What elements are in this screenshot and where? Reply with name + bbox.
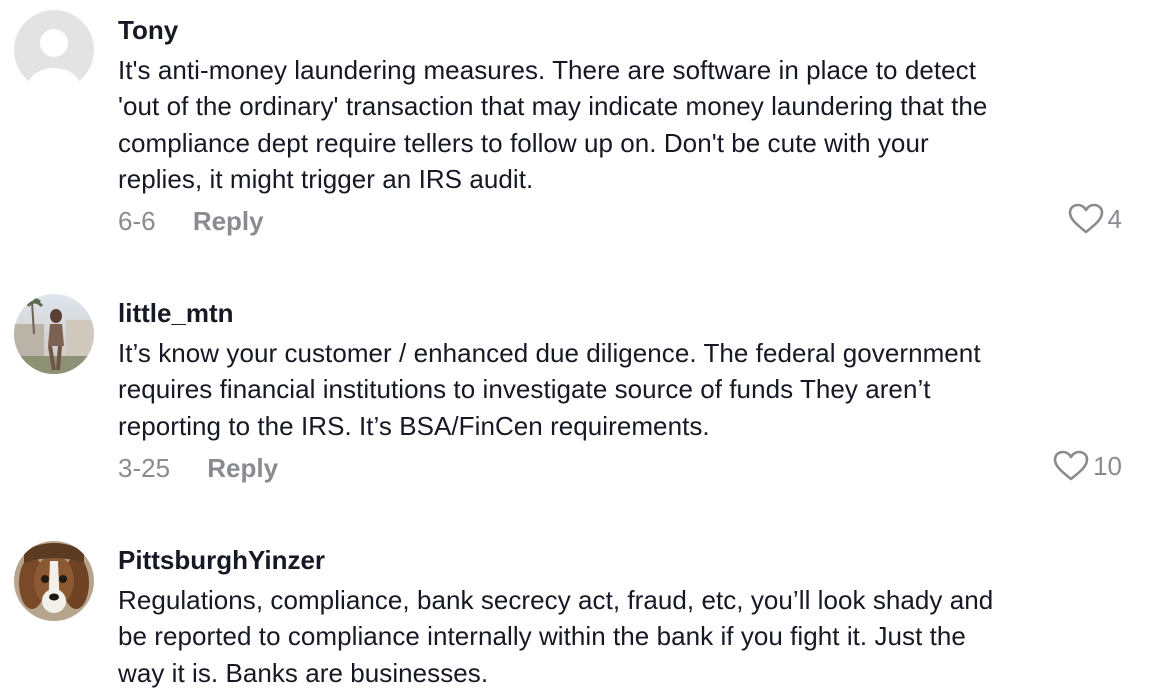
- comment-text-line: 'out of the ordinary' transaction that m…: [118, 91, 988, 122]
- reply-button[interactable]: Reply: [207, 453, 278, 484]
- comment-date: 6-6: [118, 206, 156, 236]
- avatar[interactable]: [14, 294, 94, 374]
- comment-text-line: It’s know your customer / enhanced due d…: [118, 338, 981, 368]
- heart-icon: [1053, 450, 1089, 481]
- like-button[interactable]: 4: [1068, 203, 1122, 235]
- comment-text-line: Regulations, compliance, bank secrecy ac…: [118, 585, 994, 615]
- comment-text-line: replies, it might trigger an IRS audit.: [118, 163, 534, 194]
- comment-date: 3-25: [118, 453, 171, 483]
- comment-text-line: It's anti-money laundering measures. The…: [118, 55, 976, 85]
- reply-button[interactable]: Reply: [193, 206, 264, 237]
- dog-photo-avatar: [14, 541, 94, 621]
- avatar[interactable]: [14, 541, 94, 621]
- comment-text-line: be reported to compliance internally wit…: [118, 621, 966, 652]
- user-photo-avatar: [14, 294, 94, 374]
- comment-text-line: reporting to the IRS. It’s BSA/FinCen re…: [118, 410, 710, 441]
- comment-meta: 3-25 Reply: [118, 453, 278, 484]
- comment-username[interactable]: little_mtn: [118, 298, 234, 329]
- comment-text: It’s know your customer / enhanced due d…: [118, 335, 1128, 444]
- comment-username[interactable]: Tony: [118, 15, 178, 46]
- default-avatar-icon: [14, 10, 94, 90]
- comment-meta: 6-6 Reply: [118, 206, 264, 237]
- comment-text-line: requires financial institutions to inves…: [118, 374, 931, 405]
- comment-text: It's anti-money laundering measures. The…: [118, 52, 1128, 197]
- comment-text: Regulations, compliance, bank secrecy ac…: [118, 582, 1128, 691]
- avatar[interactable]: [14, 10, 94, 90]
- comment-text-line: compliance dept require tellers to follo…: [118, 127, 929, 158]
- comment-username[interactable]: PittsburghYinzer: [118, 545, 325, 576]
- like-count: 10: [1093, 450, 1122, 481]
- like-button[interactable]: 10: [1053, 450, 1122, 482]
- like-count: 4: [1107, 203, 1122, 234]
- comment-text-line: way it is. Banks are businesses.: [118, 657, 489, 688]
- heart-icon: [1068, 203, 1103, 234]
